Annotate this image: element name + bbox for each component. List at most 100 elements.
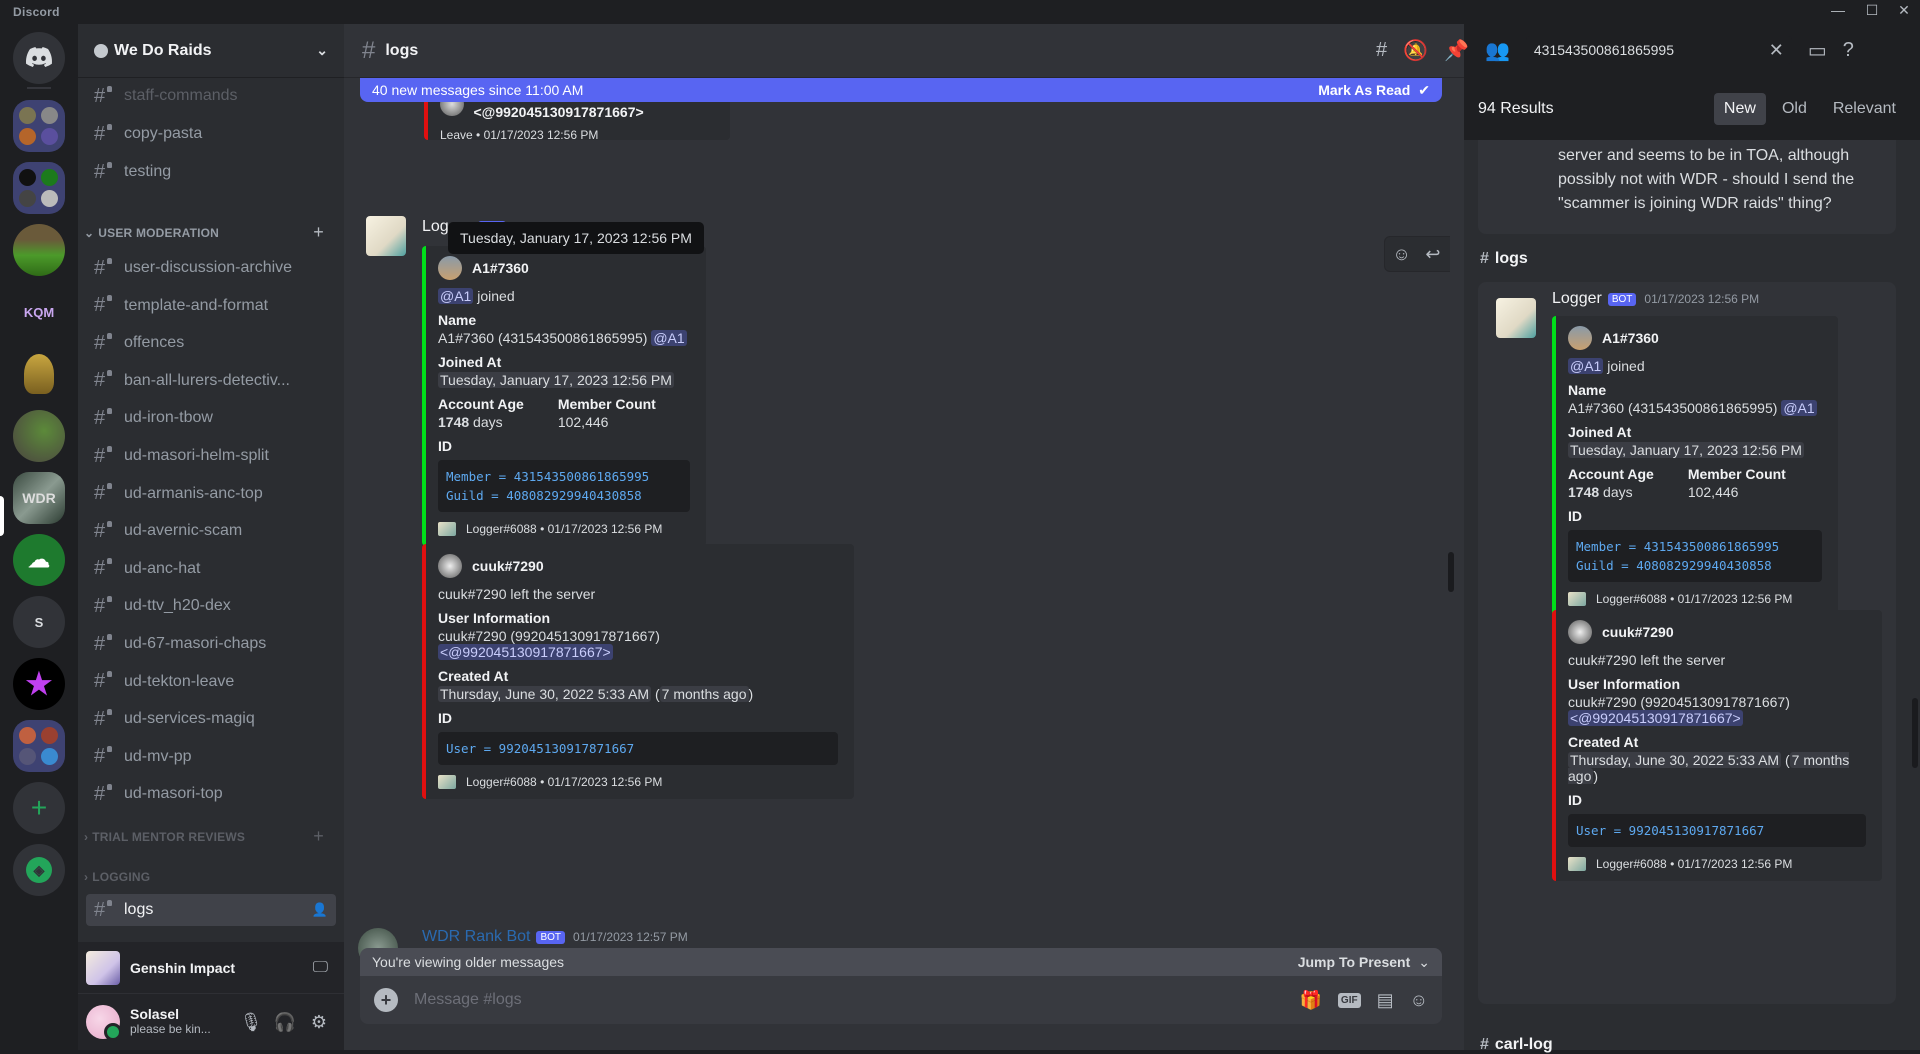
avatar[interactable] (86, 1005, 122, 1041)
channel-logs[interactable]: # logs 👤 (86, 894, 336, 926)
user-mention[interactable]: @A1 (438, 288, 474, 304)
create-channel-button[interactable]: + (313, 826, 324, 847)
result-channel-label[interactable]: # logs (1480, 250, 1528, 268)
sticker-icon[interactable]: ▤ (1377, 990, 1394, 1011)
guild-header[interactable]: We Do Raids ⌄ (78, 24, 344, 78)
gear-icon[interactable]: ⚙ (302, 1012, 336, 1033)
search-box[interactable]: ✕ (1525, 36, 1792, 64)
clear-search-icon[interactable]: ✕ (1769, 40, 1784, 61)
category-user-moderation[interactable]: ⌄ USER MODERATION + (84, 222, 334, 243)
server-folder-1[interactable] (13, 100, 65, 152)
locked-channel-icon: # (94, 445, 118, 468)
gif-button[interactable]: GIF (1337, 992, 1361, 1008)
new-messages-bar[interactable]: 40 new messages since 11:00 AM Mark As R… (360, 78, 1442, 102)
server-kqm[interactable]: KQM (13, 286, 65, 338)
locked-channel-icon: # (94, 520, 118, 543)
channel-user-discussion-archive[interactable]: # user-discussion-archive (86, 252, 336, 284)
channel-staff-commands[interactable]: # staff-commands (86, 80, 336, 112)
channel-ud-masori-top[interactable]: # ud-masori-top (86, 778, 336, 810)
channel-ud-avernic-scam[interactable]: # ud-avernic-scam (86, 515, 336, 547)
channel-ud-mv-pp[interactable]: # ud-mv-pp (86, 741, 336, 773)
code-block: User = 992045130917871667 (1568, 814, 1866, 847)
code-block: User = 992045130917871667 (438, 732, 838, 765)
category-logging[interactable]: › LOGGING (84, 870, 334, 884)
add-reaction-icon[interactable]: ☺ (1392, 244, 1410, 265)
helmet-icon (24, 354, 54, 394)
mark-as-read-button[interactable]: Mark As Read (1318, 82, 1410, 98)
channel-ud-services-magiq[interactable]: # ud-services-magiq (86, 703, 336, 735)
close-window-button[interactable]: ✕ (1890, 2, 1918, 19)
minimize-button[interactable]: — (1824, 2, 1852, 18)
home-button[interactable] (13, 32, 65, 84)
server-s[interactable]: S (13, 596, 65, 648)
add-server-button[interactable]: + (13, 782, 65, 834)
locked-channel-icon: # (94, 595, 118, 618)
pin-icon[interactable]: 📌 (1444, 38, 1469, 63)
headphones-icon[interactable]: 🎧 (268, 1012, 302, 1033)
reply-icon[interactable]: ↩ (1425, 244, 1440, 265)
inbox-icon[interactable]: ▭ (1808, 38, 1827, 63)
message-composer: + 🎁 GIF ▤ ☺ (360, 976, 1442, 1024)
channel-ud-ttv_h20-dex[interactable]: # ud-ttv_h20-dex (86, 590, 336, 622)
game-name: Genshin Impact (130, 959, 236, 976)
search-result[interactable]: server and seems to be in TOA, although … (1478, 140, 1896, 234)
server-folder-3[interactable] (13, 720, 65, 772)
explore-button[interactable]: ◈ (13, 844, 65, 896)
jump-to-present-button[interactable]: Jump To Present (1298, 954, 1411, 970)
server-grass[interactable] (13, 224, 65, 276)
user-mention[interactable]: <@992045130917871667> (1568, 710, 1743, 726)
sort-tab-new[interactable]: New (1713, 93, 1766, 125)
emoji-icon[interactable]: ☺ (1410, 990, 1428, 1011)
threads-icon[interactable]: # (1376, 39, 1387, 62)
results-scrollbar[interactable] (1912, 698, 1918, 768)
channel-ud-armanis-anc-top[interactable]: # ud-armanis-anc-top (86, 478, 336, 510)
channel-ud-67-masori-chaps[interactable]: # ud-67-masori-chaps (86, 628, 336, 660)
channel-offences[interactable]: # offences (86, 327, 336, 359)
channel-ud-masori-helm-split[interactable]: # ud-masori-helm-split (86, 440, 336, 472)
server-helmet[interactable] (13, 348, 65, 400)
invite-member-icon[interactable]: 👤 (312, 902, 328, 918)
sort-tab-relevant[interactable]: Relevant (1823, 93, 1906, 125)
logger-avatar[interactable] (366, 216, 406, 256)
message-list: cuuk#7290 <@992045130917871667> Leave • … (344, 78, 1450, 978)
server-wdr[interactable]: WDR (13, 472, 65, 524)
category-trial-mentor-reviews[interactable]: › TRIAL MENTOR REVIEWS + (84, 826, 334, 847)
chevron-down-icon: ⌄ (84, 225, 95, 240)
message-author[interactable]: WDR Rank Bot (422, 928, 530, 946)
channel-ban-all-lurers-detectiv[interactable]: # ban-all-lurers-detectiv... (86, 365, 336, 397)
channel-testing[interactable]: # testing (86, 156, 336, 188)
channel-template-and-format[interactable]: # template-and-format (86, 290, 336, 322)
member-list-icon[interactable]: 👥 (1485, 38, 1510, 63)
user-mention[interactable]: @A1 (1781, 400, 1817, 416)
rail-divider (27, 87, 51, 89)
notification-muted-icon[interactable]: 🔕 (1403, 38, 1428, 63)
chat-scrollbar[interactable] (1448, 552, 1454, 592)
server-brain[interactable]: ☁ (13, 534, 65, 586)
channel-ud-anc-hat[interactable]: # ud-anc-hat (86, 553, 336, 585)
maximize-button[interactable]: ☐ (1858, 2, 1886, 19)
help-icon[interactable]: ? (1843, 39, 1854, 62)
result-channel-label[interactable]: # carl-log (1480, 1036, 1553, 1054)
sort-tab-old[interactable]: Old (1772, 93, 1817, 125)
search-input[interactable] (1533, 42, 1769, 58)
upload-button[interactable]: + (374, 988, 398, 1012)
create-channel-button[interactable]: + (313, 222, 324, 243)
gift-icon[interactable]: 🎁 (1300, 990, 1322, 1011)
microphone-icon[interactable]: 🎙 (234, 1012, 268, 1033)
logger-footer-icon (438, 522, 456, 536)
channel-ud-iron-tbow[interactable]: # ud-iron-tbow (86, 402, 336, 434)
screen-share-icon[interactable]: 🖵 (313, 959, 328, 977)
user-mention[interactable]: <@992045130917871667> (438, 644, 613, 660)
search-result[interactable]: Logger BOT 01/17/2023 12:56 PM A1#7360 @… (1478, 282, 1896, 1004)
server-plants[interactable] (13, 410, 65, 462)
chevron-down-icon: ⌄ (316, 42, 328, 58)
server-folder-2[interactable] (13, 162, 65, 214)
server-star[interactable]: ★ (13, 658, 65, 710)
user-mention[interactable]: @A1 (1568, 358, 1604, 374)
channel-copy-pasta[interactable]: # copy-pasta (86, 118, 336, 150)
message-input[interactable] (414, 991, 1284, 1009)
channel-ud-tekton-leave[interactable]: # ud-tekton-leave (86, 666, 336, 698)
logger-avatar (1496, 298, 1536, 338)
user-mention[interactable]: @A1 (651, 330, 687, 346)
channel-sidebar: We Do Raids ⌄ # staff-commands # copy-past… (78, 24, 344, 1050)
